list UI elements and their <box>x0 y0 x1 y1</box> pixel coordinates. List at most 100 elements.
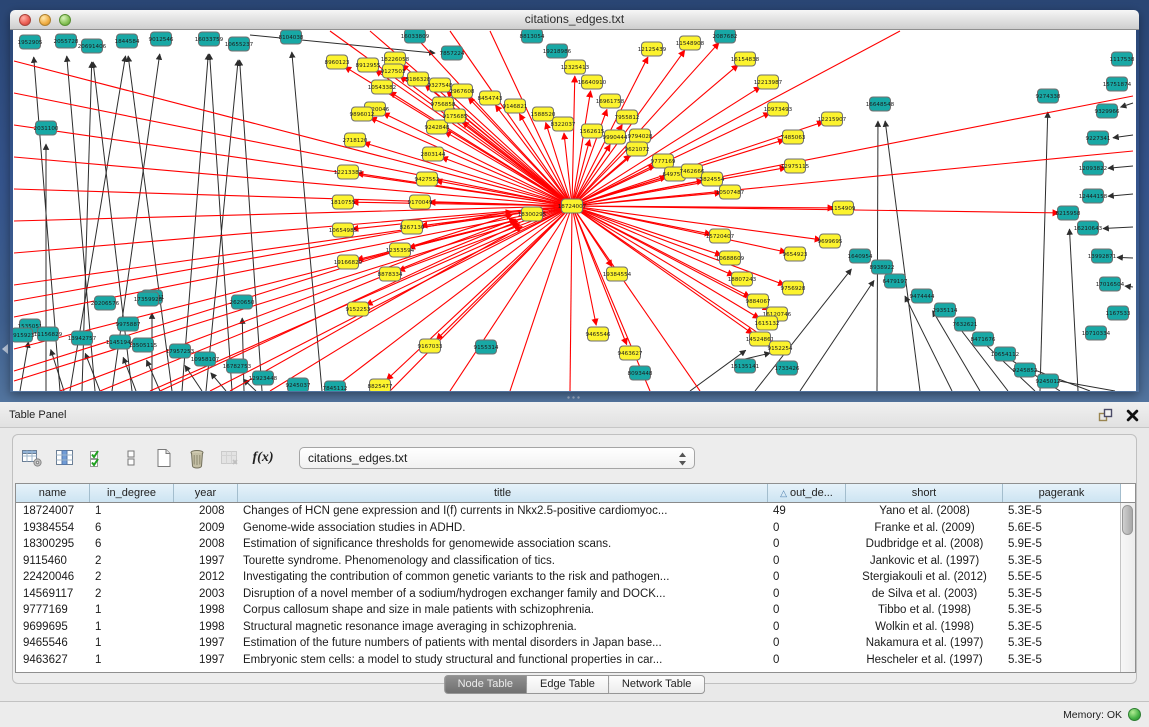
graph-node[interactable]: 3915923 <box>13 328 35 342</box>
graph-node[interactable]: 12325413 <box>561 60 590 74</box>
graph-node[interactable]: 9654923 <box>783 247 808 261</box>
graph-node[interactable]: 16640910 <box>578 75 607 89</box>
graph-node[interactable]: 10507487 <box>716 185 745 199</box>
graph-node[interactable]: 2967608 <box>450 84 475 98</box>
graph-node[interactable]: 7955812 <box>615 110 640 124</box>
hidden-panel-arrow-icon[interactable] <box>2 344 8 354</box>
select-rows-button[interactable] <box>87 446 109 470</box>
table-row[interactable]: 1872400712008Changes of HCN gene express… <box>16 503 1135 520</box>
graph-node[interactable]: 9975887 <box>116 317 141 331</box>
zoom-window-button[interactable] <box>59 14 71 26</box>
graph-node[interactable]: 1154909 <box>831 201 856 215</box>
graph-node[interactable]: 8093448 <box>628 366 653 380</box>
memory-status-indicator[interactable] <box>1128 708 1141 721</box>
column-header-year[interactable]: year <box>174 484 238 502</box>
graph-node[interactable]: 9127503 <box>381 64 406 78</box>
graph-node[interactable]: 9777169 <box>651 154 676 168</box>
graph-node[interactable]: 11156829 <box>34 327 63 341</box>
graph-node[interactable]: 17016504 <box>1096 277 1125 291</box>
graph-node[interactable]: 1588520 <box>531 107 556 121</box>
graph-node[interactable]: 20206576 <box>91 296 120 310</box>
graph-node[interactable]: 9465546 <box>586 327 611 341</box>
graph-node[interactable]: 8454743 <box>478 91 503 105</box>
graph-node[interactable]: 10710334 <box>1082 326 1111 340</box>
stack-rows-button[interactable] <box>120 446 142 470</box>
graph-node[interactable]: 8471676 <box>971 332 996 346</box>
graph-node[interactable]: 9884067 <box>746 294 771 308</box>
scrollbar-thumb[interactable] <box>1122 505 1133 535</box>
delete-table-button[interactable] <box>186 446 208 470</box>
graph-node[interactable]: 18807243 <box>728 272 757 286</box>
graph-node[interactable]: 10543382 <box>368 80 396 94</box>
graph-node[interactable]: 1640954 <box>848 249 873 263</box>
graph-node[interactable]: 8104038 <box>279 30 304 44</box>
graph-node[interactable]: 16210643 <box>1074 221 1103 235</box>
graph-node[interactable]: 9152254 <box>768 341 793 355</box>
graph-node[interactable]: 15720407 <box>706 229 735 243</box>
graph-node[interactable]: 8912955 <box>356 58 381 72</box>
graph-node[interactable]: 8825477 <box>368 379 393 391</box>
graph-node[interactable]: 16033809 <box>401 30 430 43</box>
table-row[interactable]: 911546021997Tourette syndrome. Phenomeno… <box>16 553 1135 570</box>
graph-node[interactable]: 1562615 <box>580 124 605 138</box>
graph-node[interactable]: 10654985 <box>329 223 358 237</box>
graph-node[interactable]: 1810755 <box>331 195 356 209</box>
column-header-short[interactable]: short <box>846 484 1003 502</box>
graph-node[interactable]: 12215907 <box>818 112 847 126</box>
graph-node[interactable]: 3824554 <box>700 172 725 186</box>
column-header-title[interactable]: title <box>238 484 768 502</box>
close-panel-button[interactable] <box>1126 409 1139 422</box>
graph-node[interactable]: 12213987 <box>754 75 783 89</box>
column-header-name[interactable]: name <box>16 484 90 502</box>
graph-node[interactable]: 6479197 <box>883 274 908 288</box>
graph-node[interactable]: 9170049 <box>408 195 433 209</box>
graph-node[interactable]: 19384554 <box>603 267 632 281</box>
graph-node[interactable]: 12444158 <box>1079 189 1108 203</box>
graph-node[interactable]: 9245037 <box>286 378 311 391</box>
graph-node[interactable]: 10973493 <box>764 102 793 116</box>
import-table-button[interactable] <box>219 446 241 470</box>
graph-node[interactable]: 12353594 <box>386 243 415 257</box>
graph-node[interactable]: 9146821 <box>503 99 528 113</box>
table-row[interactable]: 1830029562008Estimation of significance … <box>16 536 1135 553</box>
minimize-window-button[interactable] <box>39 14 51 26</box>
graph-node[interactable]: 10688609 <box>716 251 745 265</box>
column-header-out_degree[interactable]: △out_de... <box>768 484 846 502</box>
graph-node[interactable]: 9167033 <box>418 339 443 353</box>
graph-node[interactable]: 7845112 <box>323 381 348 391</box>
graph-node[interactable]: 19218986 <box>543 44 572 58</box>
graph-node[interactable]: 10654112 <box>991 347 1019 361</box>
graph-node[interactable]: 9474444 <box>910 289 935 303</box>
graph-node[interactable]: 12093822 <box>1079 161 1107 175</box>
table-row[interactable]: 1456911722003Disruption of a novel membe… <box>16 586 1135 603</box>
graph-node[interactable]: 19166829 <box>334 255 363 269</box>
graph-node[interactable]: 16154838 <box>731 52 760 66</box>
tab-network-table[interactable]: Network Table <box>609 675 706 694</box>
table-row[interactable]: 946362711997Embryonic stem cells: a mode… <box>16 652 1135 669</box>
graph-node[interactable]: 9245852 <box>1013 363 1038 377</box>
graph-node[interactable]: 16033759 <box>195 32 224 46</box>
graph-node[interactable]: 9990444 <box>603 130 628 144</box>
graph-node[interactable]: 7485063 <box>781 130 806 144</box>
graph-hub-node[interactable]: 18724007 <box>558 199 587 213</box>
graph-node[interactable]: 9427552 <box>415 172 440 186</box>
table-row[interactable]: 969969511998Structural magnetic resonanc… <box>16 619 1135 636</box>
graph-node[interactable]: 8322037 <box>551 117 576 131</box>
table-row[interactable]: 1938455462009Genome-wide association stu… <box>16 520 1135 537</box>
graph-node[interactable]: 8215958 <box>1056 206 1081 220</box>
graph-node[interactable]: 9012546 <box>149 32 174 46</box>
graph-node[interactable]: 12975115 <box>781 159 810 173</box>
graph-node[interactable]: 7857224 <box>440 46 465 60</box>
graph-node[interactable]: 13505115 <box>129 338 158 352</box>
graph-node[interactable]: 12923448 <box>249 371 278 385</box>
graph-node[interactable]: 9699695 <box>818 234 843 248</box>
tab-node-table[interactable]: Node Table <box>444 675 527 694</box>
float-panel-button[interactable] <box>1098 408 1113 423</box>
graph-node[interactable]: 2718120 <box>343 133 368 147</box>
column-header-in_degree[interactable]: in_degree <box>90 484 174 502</box>
table-selector-dropdown[interactable]: citations_edges.txt <box>299 447 695 469</box>
graph-node[interactable]: 9896012 <box>350 107 375 121</box>
graph-node[interactable]: 10958107 <box>191 352 220 366</box>
graph-node[interactable]: 8938922 <box>870 260 895 274</box>
graph-node[interactable]: 8960123 <box>325 55 350 69</box>
